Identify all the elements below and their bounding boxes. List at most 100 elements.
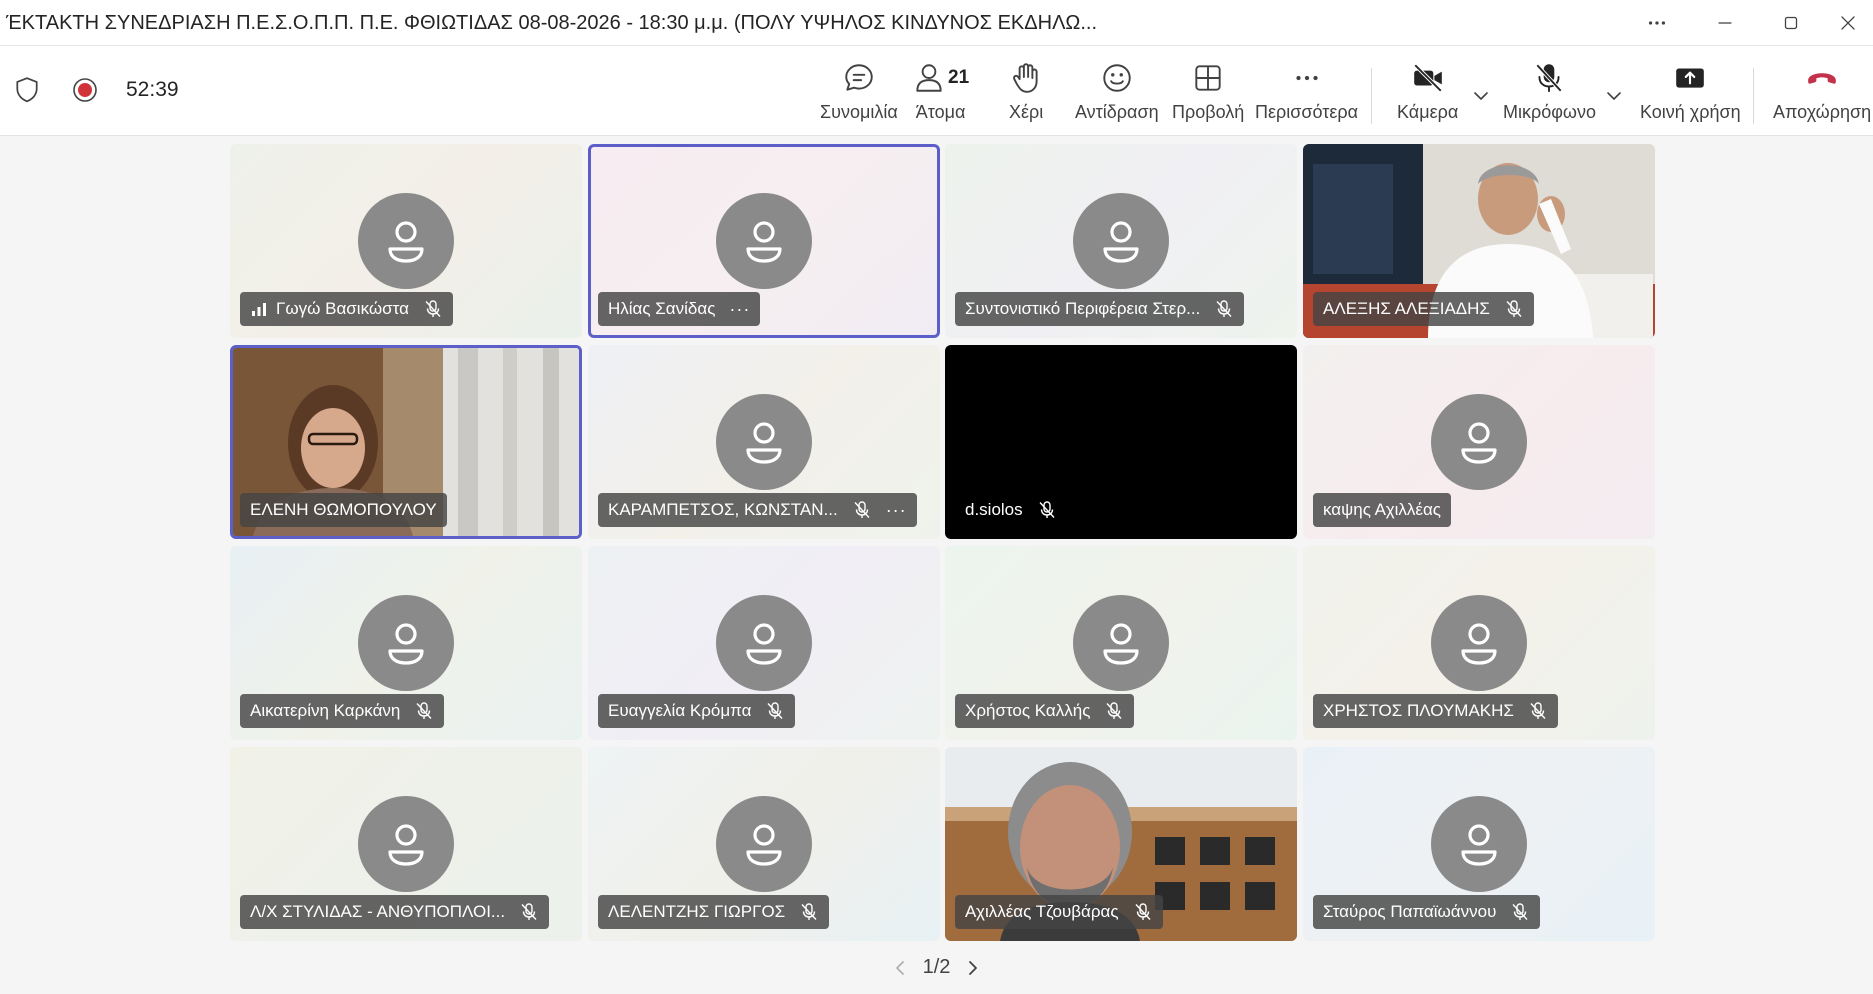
grid-view-icon xyxy=(1195,65,1221,91)
maximize-icon[interactable] xyxy=(1763,0,1819,46)
participant-name-tag: Ευαγγελία Κρόμπα xyxy=(598,694,796,728)
participant-name: Αικατερίνη Καρκάνη xyxy=(250,701,401,720)
participant-name-tag: καψης Αχιλλέας xyxy=(1313,493,1452,527)
recording-icon xyxy=(73,78,97,102)
mic-muted-icon xyxy=(521,903,537,920)
raise-hand-icon xyxy=(1013,63,1038,93)
participant-name-tag: Αικατερίνη Καρκάνη xyxy=(240,694,445,728)
participant-name-tag: ΑΛΕΞΗΣ ΑΛΕΞΙΑΔΗΣ xyxy=(1313,292,1534,326)
mic-muted-icon xyxy=(801,903,817,920)
participant-tile[interactable]: Συντονιστικό Περιφέρεια Στερ... xyxy=(945,144,1297,338)
avatar xyxy=(1431,796,1527,892)
participant-name: ΚΑΡΑΜΠΕΤΣΟΣ, ΚΩΝΣΤΑΝ... xyxy=(608,500,838,519)
person-icon xyxy=(746,422,782,464)
camera-label: Κάμερα xyxy=(1397,102,1459,122)
participant-more-icon[interactable]: ··· xyxy=(886,501,907,519)
participant-tile[interactable]: Σταύρος Παπαϊωάννου xyxy=(1303,747,1655,941)
avatar xyxy=(1073,595,1169,691)
participant-tile[interactable]: Χρήστος Καλλής xyxy=(945,546,1297,740)
people-label: Άτομα xyxy=(915,102,966,122)
mic-muted-icon xyxy=(416,702,432,719)
participant-name-tag: ΛΕΛΕΝΤΖΗΣ ΓΙΩΡΓΟΣ xyxy=(598,895,830,929)
person-icon xyxy=(1103,623,1139,665)
participant-video-tile[interactable]: Αχιλλέας Τζουβάρας xyxy=(945,747,1297,941)
participant-name: Ηλίας Σανίδας xyxy=(608,299,716,318)
mic-muted-icon xyxy=(425,300,441,317)
mic-muted-icon xyxy=(1039,501,1055,518)
avatar xyxy=(1431,394,1527,490)
participant-tile[interactable]: καψης Αχιλλέας xyxy=(1303,345,1655,539)
avatar xyxy=(1431,595,1527,691)
participant-name: ΧΡΗΣΤΟΣ ΠΛΟΥΜΑΚΗΣ xyxy=(1323,701,1514,720)
people-icon xyxy=(916,64,942,92)
person-icon xyxy=(746,221,782,263)
hang-up-icon xyxy=(1808,73,1836,84)
chevron-right-icon[interactable] xyxy=(964,959,982,977)
participant-name: Αχιλλέας Τζουβάρας xyxy=(965,902,1119,921)
camera-off-icon xyxy=(1413,63,1442,93)
participant-tile[interactable]: Γωγώ Βασικώστα xyxy=(230,144,582,338)
participant-name: Χρήστος Καλλής xyxy=(965,701,1091,720)
avatar xyxy=(358,796,454,892)
participant-tile[interactable]: Λ/Χ ΣΤΥΛΙΔΑΣ - ΑΝΘΥΠΟΠΛΟΙ... xyxy=(230,747,582,941)
avatar xyxy=(358,595,454,691)
participant-tile[interactable]: ΚΑΡΑΜΠΕΤΣΟΣ, ΚΩΝΣΤΑΝ... ··· xyxy=(588,345,940,539)
more-label: Περισσότερα xyxy=(1255,102,1359,122)
participant-video-tile-speaking[interactable]: ΕΛΕΝΗ ΘΩΜΟΠΟΥΛΟΥ xyxy=(230,345,582,539)
participant-tile[interactable]: ΧΡΗΣΤΟΣ ΠΛΟΥΜΑΚΗΣ xyxy=(1303,546,1655,740)
window-more-icon[interactable] xyxy=(1629,0,1685,46)
participant-tile[interactable]: Αικατερίνη Καρκάνη xyxy=(230,546,582,740)
chevron-left-icon[interactable] xyxy=(891,959,909,977)
more-button[interactable]: Περισσότερα xyxy=(1255,60,1358,130)
leave-button[interactable]: Αποχώρηση xyxy=(1773,60,1871,130)
participant-name: Σταύρος Παπαϊωάννου xyxy=(1323,902,1497,921)
participant-video-tile[interactable]: ΑΛΕΞΗΣ ΑΛΕΞΙΑΔΗΣ xyxy=(1303,144,1655,338)
share-screen-icon xyxy=(1676,68,1705,88)
minimize-icon[interactable] xyxy=(1697,0,1753,46)
avatar xyxy=(716,394,812,490)
toolbar-divider xyxy=(1371,68,1372,124)
close-icon[interactable] xyxy=(1820,0,1873,46)
participant-tile-speaking[interactable]: Ηλίας Σανίδας ··· xyxy=(588,144,940,338)
raise-hand-button[interactable]: Χέρι xyxy=(1009,60,1043,130)
microphone-button[interactable]: Μικρόφωνο xyxy=(1503,60,1596,130)
more-icon xyxy=(1295,75,1318,81)
pagination: 1/2 xyxy=(0,956,1873,979)
shield-icon[interactable] xyxy=(14,76,40,104)
people-button[interactable]: 21 Άτομα xyxy=(912,60,969,130)
participant-tile[interactable]: Ευαγγελία Κρόμπα xyxy=(588,546,940,740)
participant-tile[interactable]: ΛΕΛΕΝΤΖΗΣ ΓΙΩΡΓΟΣ xyxy=(588,747,940,941)
mic-muted-icon xyxy=(767,702,783,719)
mic-options-chevron-icon[interactable] xyxy=(1604,86,1624,106)
participant-name: d.siolos xyxy=(965,500,1023,519)
page-indicator: 1/2 xyxy=(922,956,951,978)
chat-icon xyxy=(845,64,873,91)
share-label: Κοινή χρήση xyxy=(1640,102,1741,122)
camera-options-chevron-icon[interactable] xyxy=(1471,86,1491,106)
window-title: ΈΚΤΑΚΤΗ ΣΥΝΕΔΡΙΑΣΗ Π.Ε.Σ.Ο.Π.Π. Π.Ε. ΦΘΙ… xyxy=(6,12,1098,34)
participant-name-tag: Γωγώ Βασικώστα xyxy=(240,292,453,326)
participant-tile[interactable]: d.siolos xyxy=(945,345,1297,539)
people-count: 21 xyxy=(948,67,970,88)
person-icon xyxy=(388,824,424,866)
avatar xyxy=(716,595,812,691)
camera-button[interactable]: Κάμερα xyxy=(1397,60,1458,130)
participant-name: καψης Αχιλλέας xyxy=(1323,500,1442,519)
signal-bars-icon xyxy=(252,303,266,316)
participant-name-tag: ΧΡΗΣΤΟΣ ΠΛΟΥΜΑΚΗΣ xyxy=(1313,694,1558,728)
view-button[interactable]: Προβολή xyxy=(1172,60,1244,130)
react-button[interactable]: Αντίδραση xyxy=(1075,60,1159,130)
participant-name: Συντονιστικό Περιφέρεια Στερ... xyxy=(965,299,1201,318)
avatar xyxy=(1073,193,1169,289)
mic-muted-icon xyxy=(1512,903,1528,920)
participant-name-tag: Σταύρος Παπαϊωάννου xyxy=(1313,895,1541,929)
chat-button[interactable]: Συνομιλία xyxy=(820,60,898,130)
microphone-label: Μικρόφωνο xyxy=(1503,102,1596,122)
meeting-toolbar: 52:39 Συνομιλία 21 Άτομα Χέρι Αντίδραση … xyxy=(0,46,1873,136)
participant-name-tag: Λ/Χ ΣΤΥΛΙΔΑΣ - ΑΝΘΥΠΟΠΛΟΙ... xyxy=(240,895,550,929)
participant-name-tag: ΕΛΕΝΗ ΘΩΜΟΠΟΥΛΟΥ xyxy=(240,493,447,527)
share-button[interactable]: Κοινή χρήση xyxy=(1640,60,1741,130)
mic-muted-icon xyxy=(1506,300,1522,317)
participant-name: ΛΕΛΕΝΤΖΗΣ ΓΙΩΡΓΟΣ xyxy=(608,902,786,921)
participant-more-icon[interactable]: ··· xyxy=(729,300,750,318)
